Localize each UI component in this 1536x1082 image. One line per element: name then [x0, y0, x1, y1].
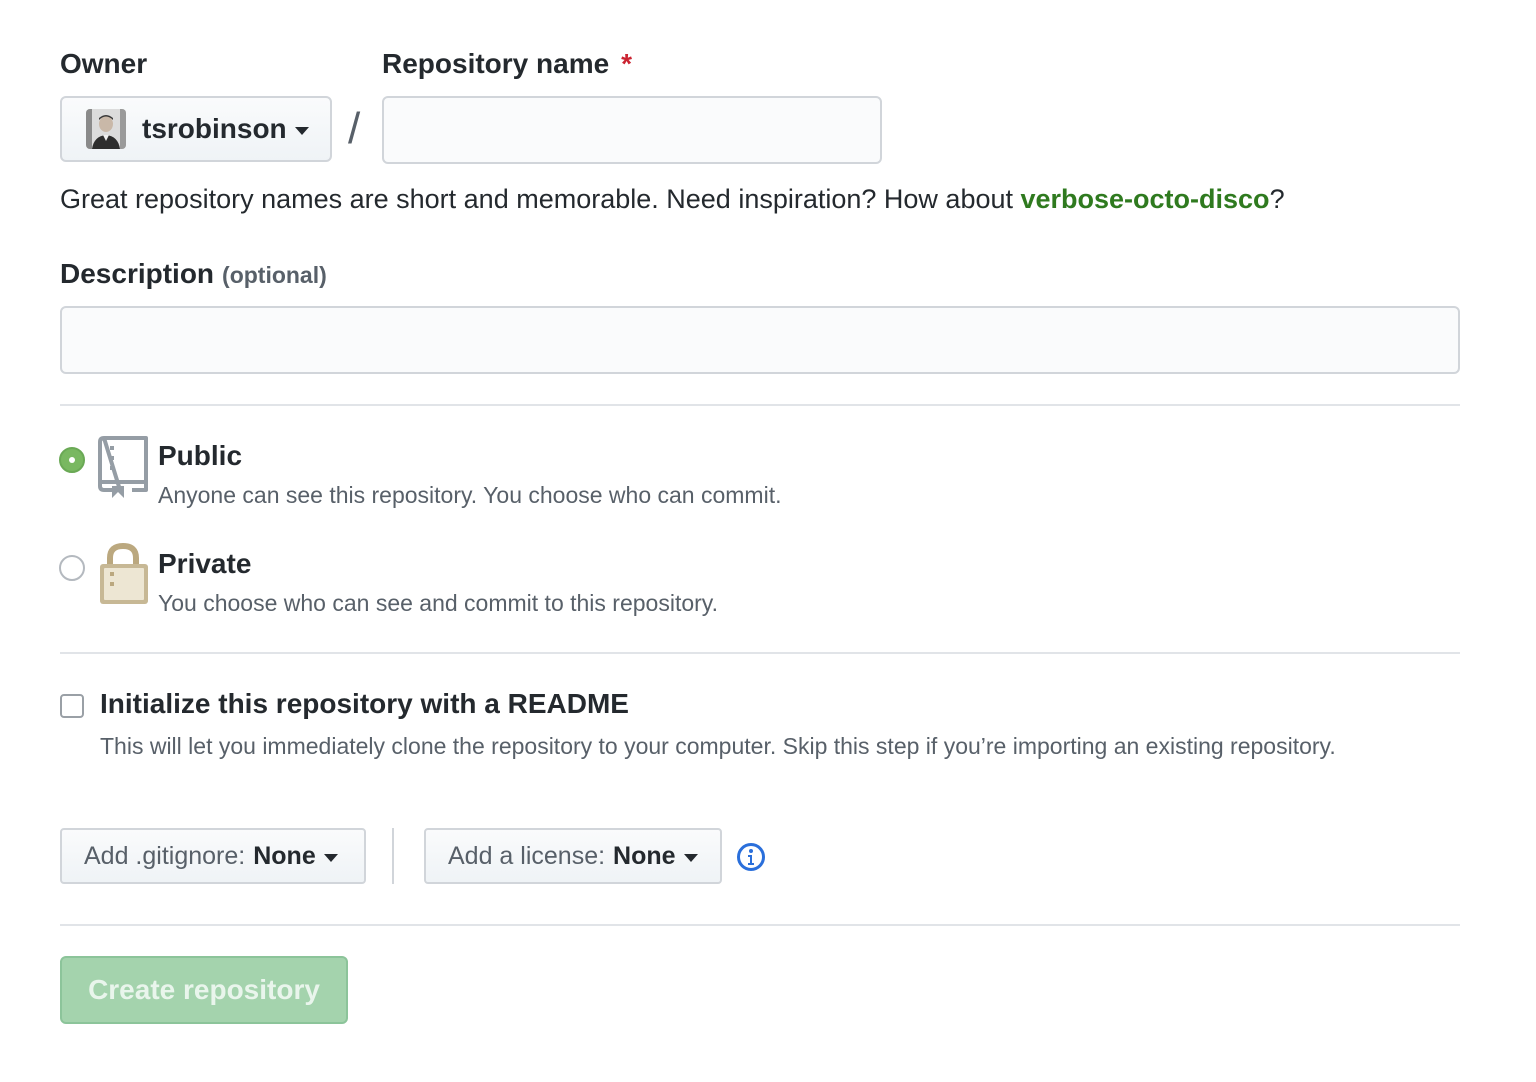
- description-label: Description (optional): [60, 258, 327, 290]
- license-prefix: Add a license:: [448, 841, 606, 870]
- repo-name-hint: Great repository names are short and mem…: [60, 184, 1285, 215]
- private-title: Private: [158, 548, 252, 579]
- new-repository-form: Owner tsrobinson / Repository name * Grea…: [0, 0, 1536, 1082]
- license-value: None: [613, 841, 676, 870]
- lock-icon: [100, 542, 148, 604]
- optional-note: (optional): [222, 262, 327, 288]
- avatar: [86, 109, 126, 149]
- public-title: Public: [158, 440, 243, 471]
- description-label-text: Description: [60, 258, 215, 289]
- hint-text: Great repository names are short and mem…: [60, 184, 1021, 214]
- private-radio[interactable]: [59, 555, 85, 581]
- owner-label: Owner: [60, 48, 148, 79]
- info-icon[interactable]: [736, 842, 766, 872]
- divider: [60, 652, 1460, 654]
- gitignore-value: None: [253, 841, 316, 870]
- license-dropdown[interactable]: Add a license: None: [424, 828, 722, 884]
- readme-checkbox[interactable]: [60, 694, 84, 718]
- create-repository-button[interactable]: Create repository: [60, 956, 348, 1024]
- caret-down-icon: [683, 853, 698, 862]
- required-marker: *: [621, 48, 633, 79]
- repo-name-label: Repository name *: [382, 48, 632, 80]
- divider: [60, 404, 1460, 406]
- description-input[interactable]: [60, 306, 1460, 374]
- gitignore-prefix: Add .gitignore:: [84, 841, 246, 870]
- repo-name-label-text: Repository name: [382, 48, 610, 79]
- private-description: You choose who can see and commit to thi…: [158, 590, 718, 616]
- suggested-name-link[interactable]: verbose-octo-disco: [1021, 184, 1270, 214]
- public-description: Anyone can see this repository. You choo…: [158, 482, 782, 508]
- divider: [392, 828, 394, 884]
- caret-down-icon: [294, 126, 309, 135]
- divider: [60, 924, 1460, 926]
- readme-title: Initialize this repository with a README: [100, 688, 629, 719]
- repo-name-input[interactable]: [382, 96, 882, 164]
- gitignore-dropdown[interactable]: Add .gitignore: None: [60, 828, 366, 884]
- readme-description: This will let you immediately clone the …: [100, 733, 1336, 759]
- owner-username: tsrobinson: [142, 113, 287, 144]
- owner-repo-separator: /: [348, 104, 361, 153]
- owner-dropdown[interactable]: tsrobinson: [60, 96, 332, 162]
- hint-text-end: ?: [1269, 184, 1285, 214]
- public-radio[interactable]: [59, 447, 85, 473]
- user-avatar-icon: [86, 109, 126, 149]
- repo-book-icon: [98, 436, 148, 498]
- caret-down-icon: [323, 853, 338, 862]
